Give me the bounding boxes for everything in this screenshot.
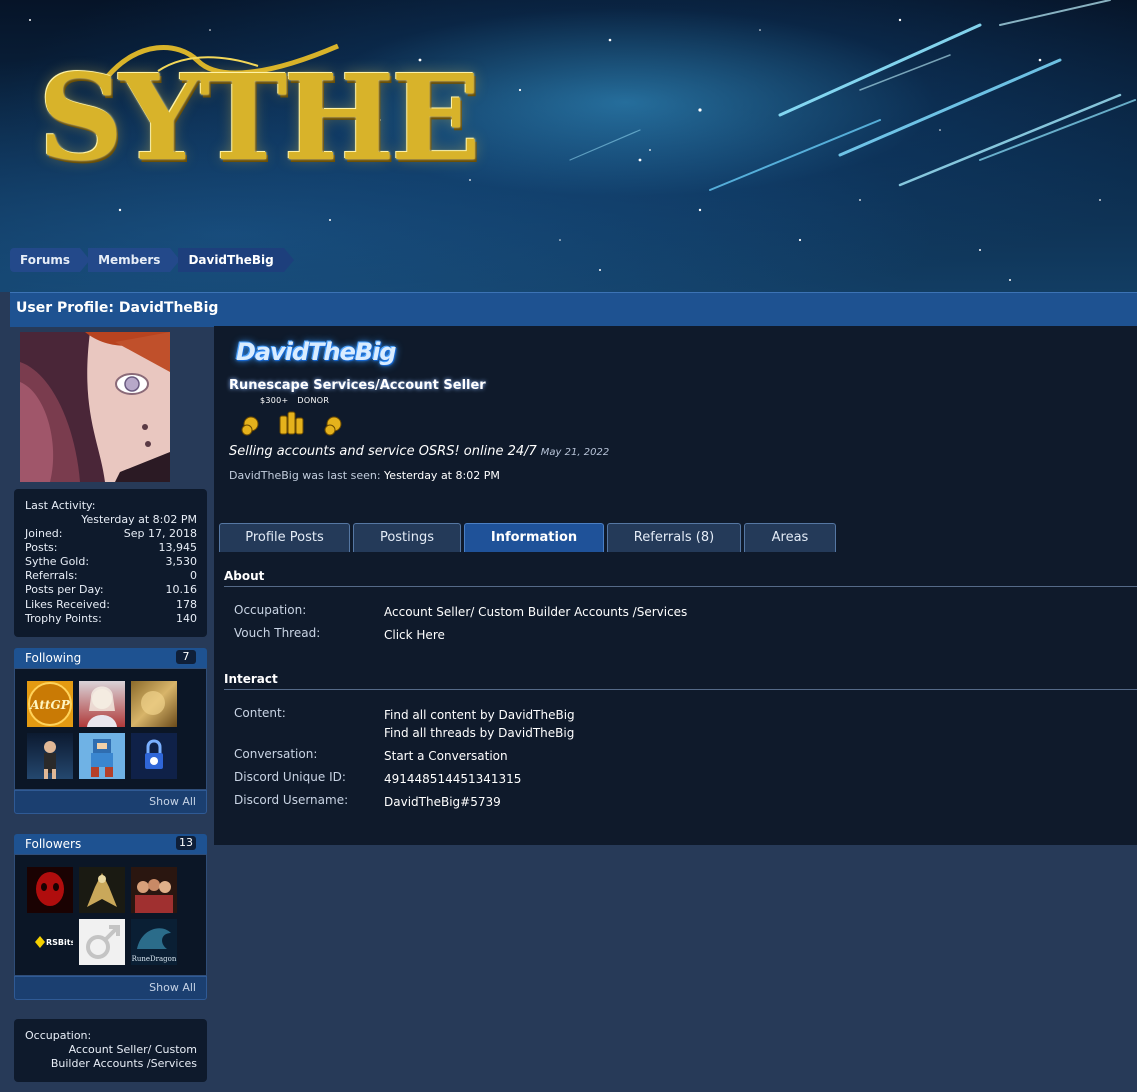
following-header[interactable]: Following 7 [14,648,207,668]
gold-coins-icon [241,411,342,436]
status-date: May 21, 2022 [540,447,610,458]
stat-trophy-points: Trophy Points: 140 [25,612,197,625]
sidebar-occupation-box: Occupation: Account Seller/ Custom Build… [14,1019,207,1082]
followers-title: Followers [25,837,82,851]
page-title: User Profile: DavidTheBig [16,300,219,316]
following-avatar-4[interactable] [27,733,73,779]
about-occupation-value: Account Seller/ Custom Builder Accounts … [384,605,688,619]
find-all-content-link[interactable]: Find all content by DavidTheBig [384,706,984,724]
stats-box: Last Activity: Yesterday at 8:02 PM Join… [14,489,207,637]
discord-id-label: Discord Unique ID: [234,770,346,784]
tab-postings[interactable]: Postings [353,523,461,552]
sidebar-occupation-value: Account Seller/ Custom Builder Accounts … [50,1043,197,1070]
start-conversation-link[interactable]: Start a Conversation [384,747,984,765]
last-seen-prefix: DavidTheBig was last seen: [229,469,381,482]
last-activity-value: Yesterday at 8:02 PM [81,513,197,526]
following-show-all-button[interactable]: Show All [14,790,207,814]
tab-areas[interactable]: Areas [744,523,836,552]
follower-avatar-4-text: RSBits [46,938,73,947]
last-seen-value: Yesterday at 8:02 PM [384,469,500,482]
follower-avatar-5[interactable] [79,919,125,965]
following-avatar-1[interactable]: AttGP [27,681,73,727]
discord-username-value: DavidTheBig#5739 [384,795,501,809]
follower-avatar-1[interactable] [27,867,73,913]
award-tags: $300+ DONOR [260,396,335,405]
about-occupation-label: Occupation: [234,603,307,617]
follower-avatar-6[interactable]: RuneDragon [131,919,177,965]
username-banner: DavidTheBig [236,338,397,366]
followers-header[interactable]: Followers 13 [14,834,207,854]
username: DavidTheBig [236,338,397,366]
interact-content-label: Content: [234,706,286,720]
logo-wordmark: SYTHE [38,48,481,187]
following-avatar-3[interactable] [131,681,177,727]
followers-count-badge: 13 [176,836,196,850]
tab-referrals[interactable]: Referrals (8) [607,523,741,552]
page-title-bar: User Profile: DavidTheBig [10,292,1137,327]
followers-list: RSBits RuneDragon [14,854,207,976]
following-avatar-1-image: AttGP [28,682,72,726]
about-heading: About [224,569,1137,587]
tab-profile-posts[interactable]: Profile Posts [219,523,350,552]
find-all-threads-link[interactable]: Find all threads by DavidTheBig [384,724,984,742]
last-seen: DavidTheBig was last seen: Yesterday at … [229,469,500,482]
male-symbol-icon [86,925,120,959]
breadcrumb: Forums Members DavidTheBig [10,248,295,272]
follower-avatar-4[interactable]: RSBits [27,919,73,965]
following-avatar-5[interactable] [79,733,125,779]
information-panel: About Occupation: Account Seller/ Custom… [214,553,1137,845]
user-title: Runescape Services/Account Seller [229,378,486,393]
stat-referrals: Referrals: 0 [25,569,197,582]
stat-posts: Posts: 13,945 [25,541,197,554]
avatar-image [20,332,170,482]
following-avatar-1-text: AttGP [29,698,70,712]
sythe-logo[interactable]: SYTHE [38,40,481,180]
award-tag-donor: DONOR [297,396,330,405]
following-count-badge: 7 [176,650,196,664]
profile-main: DavidTheBig Runescape Services/Account S… [214,326,1137,845]
followers-show-all-button[interactable]: Show All [14,976,207,1000]
vouch-thread-link[interactable]: Click Here [384,626,984,644]
following-list: AttGP [14,668,207,790]
site-header: SYTHE Forums Members DavidTheBig [0,0,1137,292]
breadcrumb-current-user[interactable]: DavidTheBig [178,248,295,272]
discord-username-label: Discord Username: [234,793,349,807]
follower-avatar-3[interactable] [131,867,177,913]
stat-sythe-gold: Sythe Gold: 3,530 [25,555,197,568]
stat-posts-per-day: Posts per Day: 10.16 [25,583,197,596]
user-awards [238,408,358,442]
avatar[interactable] [20,332,170,482]
discord-id-value: 491448514451341315 [384,772,522,786]
following-title: Following [25,651,82,665]
conversation-label: Conversation: [234,747,318,761]
followers-show-all-label: Show All [149,981,196,994]
user-status: Selling accounts and service OSRS! onlin… [229,444,609,459]
stat-likes-received: Likes Received: 178 [25,598,197,611]
following-avatar-6[interactable] [131,733,177,779]
last-activity-label: Last Activity: [25,499,96,512]
breadcrumb-forums[interactable]: Forums [10,248,91,272]
follower-avatar-2[interactable] [79,867,125,913]
following-avatar-2[interactable] [79,681,125,727]
status-text: Selling accounts and service OSRS! onlin… [229,444,537,459]
breadcrumb-members[interactable]: Members [88,248,181,272]
tab-information[interactable]: Information [464,523,604,552]
about-vouch-label: Vouch Thread: [234,626,321,640]
stat-joined: Joined: Sep 17, 2018 [25,527,197,540]
sidebar-occupation-label: Occupation: [25,1029,92,1042]
follower-avatar-6-text: RuneDragon [132,955,177,963]
award-tag-300: $300+ [260,396,289,405]
following-show-all-label: Show All [149,795,196,808]
interact-heading: Interact [224,672,1137,690]
